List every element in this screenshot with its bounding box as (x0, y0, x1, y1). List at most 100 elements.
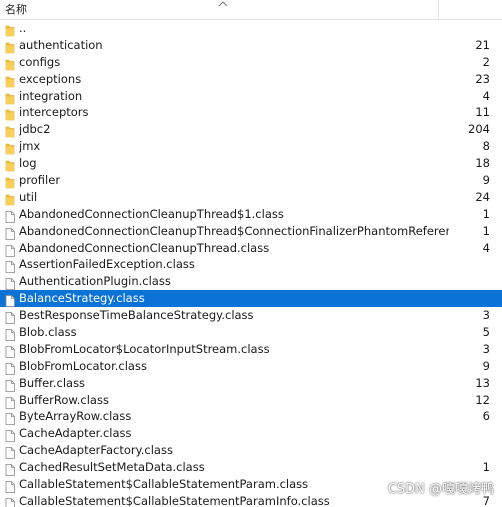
item-name: configs (19, 54, 61, 69)
column-header: 名称 (0, 0, 502, 20)
folder-row[interactable]: configs 2 (0, 54, 502, 71)
sort-ascending-icon (218, 1, 228, 7)
watermark-text: CSDN @嘎嘎烤鸭 (387, 482, 494, 497)
folder-row[interactable]: jmx 8 (0, 138, 502, 155)
file-row[interactable]: AssertionFailedException.class (0, 256, 502, 274)
item-name: .. (19, 21, 27, 35)
folder-icon (5, 90, 15, 104)
file-icon (5, 275, 15, 291)
item-count: 1 (482, 206, 490, 221)
folder-row[interactable]: log 18 (0, 155, 502, 172)
folder-icon (5, 191, 15, 206)
folder-row[interactable]: interceptors 11 (0, 104, 502, 121)
file-row[interactable]: Buffer.class 13 (0, 375, 502, 392)
item-name: AuthenticationPlugin.class (19, 274, 171, 289)
folder-icon (5, 56, 15, 71)
item-count: 5 (482, 325, 490, 340)
folder-icon (5, 174, 15, 189)
file-row[interactable]: CacheAdapter.class (0, 425, 502, 443)
item-name: BlobFromLocator$LocatorInputStream.class (19, 341, 270, 356)
item-name: Buffer.class (19, 375, 86, 390)
item-name: profiler (19, 173, 61, 188)
file-icon (5, 208, 15, 223)
item-name: AssertionFailedException.class (19, 257, 195, 272)
item-name: BalanceStrategy.class (19, 291, 145, 306)
item-name: AbandonedConnectionCleanupThread$Connect… (19, 223, 449, 238)
item-count: 6 (482, 409, 490, 424)
item-count: 11 (475, 105, 490, 120)
item-count: 8 (482, 139, 490, 154)
file-row[interactable]: BlobFromLocator.class 9 (0, 358, 502, 375)
item-name: CacheAdapterFactory.class (19, 443, 173, 458)
file-row[interactable]: AbandonedConnectionCleanupThread$1.class… (0, 206, 502, 223)
item-count: 1 (482, 460, 490, 475)
name-column-header[interactable]: 名称 (5, 4, 27, 16)
item-count: 12 (475, 392, 490, 407)
item-name: BufferRow.class (19, 392, 109, 407)
folder-icon (5, 73, 15, 87)
file-row[interactable]: BlobFromLocator$LocatorInputStream.class… (0, 341, 502, 358)
folder-row[interactable]: exceptions 23 (0, 71, 502, 88)
item-name: CacheAdapter.class (19, 426, 132, 441)
file-row[interactable]: AbandonedConnectionCleanupThread$Connect… (0, 223, 502, 240)
item-name: jmx (19, 139, 41, 154)
file-icon (5, 377, 15, 392)
file-icon (5, 461, 15, 477)
file-row[interactable]: AbandonedConnectionCleanupThread.class 4 (0, 240, 502, 257)
file-row[interactable]: CacheAdapterFactory.class (0, 442, 502, 460)
file-icon (5, 258, 15, 274)
item-name: AbandonedConnectionCleanupThread$1.class (19, 206, 284, 221)
file-icon (5, 292, 15, 308)
file-explorer-window: 名称 .. authentication 21 configs 2 exceptions 2… (0, 0, 502, 507)
file-icon (5, 242, 15, 257)
folder-row[interactable]: integration 4 (0, 88, 502, 105)
folder-icon (5, 123, 15, 138)
item-count: 9 (482, 173, 490, 188)
item-count: 4 (482, 88, 490, 103)
folder-row[interactable]: util 24 (0, 189, 502, 206)
item-count: 23 (475, 71, 490, 86)
item-count: 4 (482, 240, 490, 255)
file-icon (5, 444, 15, 460)
file-row[interactable]: BufferRow.class 12 (0, 392, 502, 409)
file-icon (5, 495, 15, 507)
file-row[interactable]: Blob.class 5 (0, 324, 502, 341)
file-icon (5, 360, 15, 375)
item-name: BlobFromLocator.class (19, 358, 147, 373)
item-name: exceptions (19, 71, 82, 86)
item-name: interceptors (19, 105, 89, 120)
item-count: 3 (482, 341, 490, 356)
column-divider[interactable] (438, 0, 439, 19)
file-row[interactable]: BalanceStrategy.class (0, 290, 502, 308)
folder-icon (5, 22, 15, 37)
item-name: Blob.class (19, 325, 77, 340)
item-name: ByteArrayRow.class (19, 409, 132, 424)
item-name: CallableStatement$CallableStatementParam… (19, 477, 309, 492)
item-count: 204 (468, 122, 490, 137)
folder-row[interactable]: .. (0, 20, 502, 37)
file-row[interactable]: AuthenticationPlugin.class (0, 273, 502, 291)
folder-row[interactable]: authentication 21 (0, 37, 502, 54)
item-count: 24 (475, 189, 490, 204)
item-count: 3 (482, 308, 490, 323)
folder-icon (5, 140, 15, 155)
file-row[interactable]: BestResponseTimeBalanceStrategy.class 3 (0, 307, 502, 325)
item-count: 9 (482, 358, 490, 373)
item-name: jdbc2 (19, 122, 51, 137)
file-row[interactable]: ByteArrayRow.class 6 (0, 408, 502, 426)
file-icon (5, 343, 15, 358)
file-icon (5, 394, 15, 409)
file-icon (5, 326, 15, 341)
item-name: log (19, 156, 37, 171)
file-row[interactable]: CachedResultSetMetaData.class 1 (0, 459, 502, 477)
item-name: BestResponseTimeBalanceStrategy.class (19, 308, 254, 323)
folder-row[interactable]: jdbc2 204 (0, 121, 502, 138)
item-name: AbandonedConnectionCleanupThread.class (19, 240, 270, 255)
item-count: 13 (475, 375, 490, 390)
folder-icon (5, 39, 15, 54)
folder-icon (5, 157, 15, 172)
folder-row[interactable]: profiler 9 (0, 172, 502, 189)
file-icon (5, 427, 15, 443)
item-name: CallableStatement$CallableStatementParam… (19, 493, 330, 507)
item-count: 18 (475, 156, 490, 171)
